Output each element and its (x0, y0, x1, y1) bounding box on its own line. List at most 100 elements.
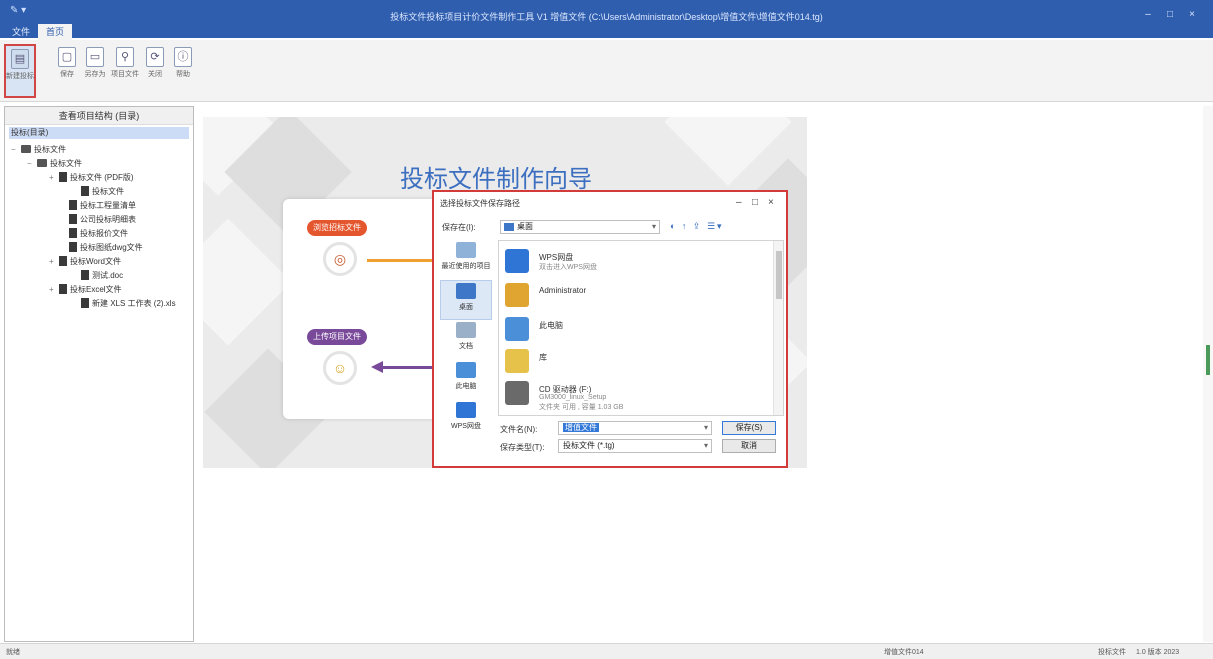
folder-icon (37, 159, 47, 167)
refresh-icon: ⟳ (146, 47, 164, 67)
window-title: 投标文件投标项目计价文件制作工具 V1 增值文件 (C:\Users\Admin… (390, 12, 823, 22)
close-project-label: 关闭 (148, 71, 162, 78)
save-icon: ▢ (58, 47, 76, 67)
wizard-title: 投标文件制作向导 (400, 165, 592, 193)
save-button[interactable]: ▢ 保存 (52, 44, 82, 94)
cancel-button[interactable]: 取消 (722, 439, 776, 453)
upload-project-button[interactable]: 上传项目文件 (307, 329, 367, 345)
collapse-icon[interactable]: − (27, 157, 35, 171)
minimize-button[interactable]: – (1140, 8, 1156, 22)
project-tree-panel: 查看项目结构 (目录) 投标(目录) − 投标文件 − 投标文件 + 投标文件 (PD… (4, 106, 194, 642)
status-type: 投标文件 (1098, 649, 1126, 656)
computer-icon (456, 362, 476, 378)
place-documents[interactable]: 文档 (440, 320, 492, 360)
tree-item[interactable]: 新建 XLS 工作表 (2).xls (71, 297, 176, 311)
file-icon (69, 242, 77, 252)
expand-icon[interactable]: + (49, 171, 57, 185)
info-icon: ⓘ (174, 47, 192, 67)
menu-tabs: 文件 首页 (4, 24, 73, 40)
project-file-label: 项目文件 (111, 71, 139, 78)
cloud-icon (456, 402, 476, 418)
scrollbar-thumb[interactable] (776, 251, 782, 299)
look-in-select[interactable]: 桌面 ▾ (500, 220, 660, 234)
file-icon (81, 298, 89, 308)
file-name-label: 文件名(N): (500, 425, 538, 434)
desktop-icon (456, 283, 476, 299)
project-file-button[interactable]: ⚲ 项目文件 (110, 44, 140, 94)
place-this-pc[interactable]: 此电脑 (440, 360, 492, 400)
file-icon (69, 214, 77, 224)
tree-root-selected[interactable]: 投标(目录) (9, 127, 189, 139)
tab-home[interactable]: 首页 (38, 24, 73, 40)
place-desktop[interactable]: 桌面 (440, 280, 492, 320)
dialog-maximize-button[interactable]: □ (752, 197, 758, 208)
chevron-down-icon: ▾ (703, 441, 708, 450)
save-as-icon: ▭ (86, 47, 104, 67)
background-diamond (203, 218, 292, 346)
user-icon (505, 283, 529, 307)
tree-item[interactable]: − 投标文件 (27, 157, 82, 171)
help-button[interactable]: ⓘ 帮助 (168, 44, 198, 94)
tree-item[interactable]: + 投标Word文件 (49, 255, 121, 269)
save-as-button[interactable]: ▭ 另存为 (80, 44, 110, 94)
library-icon (505, 349, 529, 373)
side-handle[interactable] (1206, 345, 1210, 375)
status-version: 1.0 版本 2023 (1136, 649, 1180, 656)
maximize-button[interactable]: □ (1162, 8, 1178, 22)
save-file-dialog: 选择投标文件保存路径 – □ × 保存在(I): 桌面 ▾ ◐ ↑ ⇪ ☰▾ 最… (432, 190, 788, 468)
file-icon (59, 172, 67, 182)
browse-tender-button[interactable]: 浏览招标文件 (307, 220, 367, 236)
file-type-select[interactable]: 投标文件 (*.tg) ▾ (558, 439, 712, 453)
tree-item[interactable]: 公司投标明细表 (59, 213, 136, 227)
save-dialog-button[interactable]: 保存(S) (722, 421, 776, 435)
dialog-minimize-button[interactable]: – (736, 197, 742, 208)
save-label: 保存 (60, 71, 74, 78)
title-bar: ✎ ▾ 投标文件投标项目计价文件制作工具 V1 增值文件 (C:\Users\A… (0, 0, 1213, 40)
dialog-toolbar-icons[interactable]: ◐ ↑ ⇪ ☰▾ (670, 221, 724, 232)
scan-icon[interactable]: ◎ (323, 242, 357, 276)
new-bid-label: 新建投标 (6, 73, 34, 80)
file-list-scrollbar[interactable] (773, 241, 783, 415)
help-label: 帮助 (176, 71, 190, 78)
upload-icon[interactable]: ☺ (323, 351, 357, 385)
place-recent[interactable]: 最近使用的项目 (440, 240, 492, 280)
status-text: 就绪 (6, 649, 20, 656)
close-project-button[interactable]: ⟳ 关闭 (140, 44, 170, 94)
pin-icon: ⚲ (116, 47, 134, 67)
computer-icon (505, 317, 529, 341)
chevron-down-icon: ▾ (651, 222, 656, 231)
file-list: WPS网盘 双击进入WPS网盘 Administrator 此电脑 库 CD 驱… (498, 240, 784, 416)
expand-icon[interactable]: + (49, 283, 57, 297)
folder-icon (21, 145, 31, 153)
chevron-down-icon: ▾ (703, 423, 708, 432)
file-icon (59, 256, 67, 266)
tree-item[interactable]: 投标文件 (71, 185, 124, 199)
cd-drive-icon (505, 381, 529, 405)
places-bar: 最近使用的项目 桌面 文档 此电脑 WPS网盘 (440, 240, 492, 430)
status-bar: 就绪 增值文件014 投标文件 1.0 版本 2023 (0, 643, 1213, 659)
look-in-label: 保存在(I): (442, 223, 476, 232)
status-file: 增值文件014 (884, 649, 924, 656)
tree-item[interactable]: + 投标文件 (PDF版) (49, 171, 134, 185)
file-type-label: 保存类型(T): (500, 443, 545, 452)
new-bid-button[interactable]: ▤ 新建投标 (4, 44, 36, 98)
expand-icon[interactable]: + (49, 255, 57, 269)
close-button[interactable]: × (1184, 8, 1200, 22)
arrow-left-icon (371, 361, 383, 373)
place-wps-cloud[interactable]: WPS网盘 (440, 400, 492, 440)
cloud-icon (505, 249, 529, 273)
file-name-input[interactable]: 增值文件 ▾ (558, 421, 712, 435)
tree-item[interactable]: 测试.doc (71, 269, 123, 283)
panel-title: 查看项目结构 (目录) (5, 107, 193, 125)
tree-item[interactable]: + 投标Excel文件 (49, 283, 122, 297)
tree-item[interactable]: 投标图纸dwg文件 (59, 241, 143, 255)
new-bid-icon: ▤ (11, 49, 29, 69)
save-as-label: 另存为 (84, 71, 106, 78)
tree-item[interactable]: 投标报价文件 (59, 227, 128, 241)
tree-item[interactable]: 投标工程量清单 (59, 199, 136, 213)
collapse-icon[interactable]: − (11, 143, 19, 157)
tab-file[interactable]: 文件 (4, 24, 38, 40)
dialog-close-button[interactable]: × (768, 197, 774, 208)
file-icon (81, 186, 89, 196)
tree-item[interactable]: − 投标文件 (11, 143, 66, 157)
